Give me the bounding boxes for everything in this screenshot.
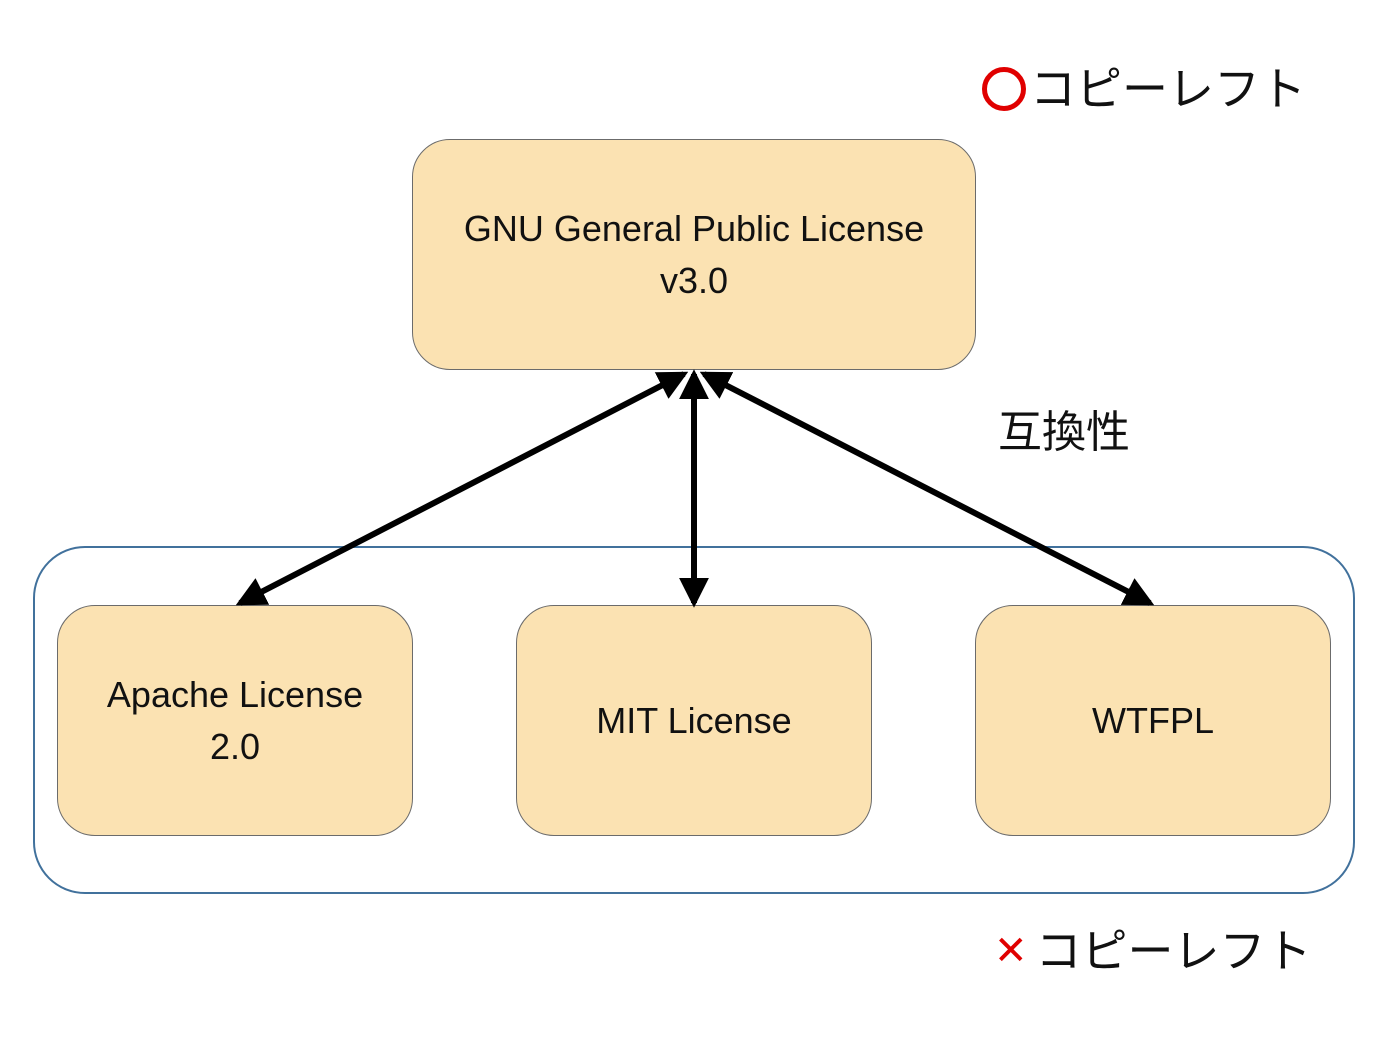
arrow-gpl-wtfpl (699, 371, 1155, 606)
compatibility-arrows (235, 369, 1155, 608)
arrow-gpl-apache (235, 371, 689, 606)
cross-icon: ✕ (994, 928, 1028, 974)
legend-non-copyleft-text: コピーレフト (1035, 924, 1312, 978)
legend-non-copyleft: ✕ コピーレフト (994, 928, 1312, 974)
